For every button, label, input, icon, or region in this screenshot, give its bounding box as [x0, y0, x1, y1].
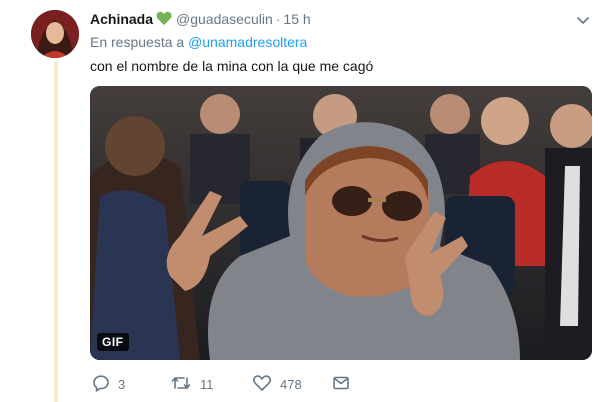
author-name[interactable]: Achinada: [90, 11, 153, 27]
reply-count: 3: [118, 376, 126, 392]
like-button[interactable]: 478: [252, 374, 302, 394]
retweet-icon: [170, 374, 200, 395]
retweet-button[interactable]: 11: [170, 374, 214, 394]
retweet-count: 11: [200, 376, 214, 392]
message-icon: [332, 374, 358, 395]
reply-mention-link[interactable]: @unamadresoltera: [188, 34, 307, 50]
avatar[interactable]: [31, 10, 79, 58]
reply-icon: [92, 374, 118, 395]
timestamp[interactable]: 15 h: [283, 11, 310, 27]
tweet-header: Achinada @guadaseculin · 15 h: [90, 10, 311, 30]
like-count: 478: [280, 376, 302, 392]
gif-media[interactable]: [90, 86, 592, 360]
reply-button[interactable]: 3: [92, 374, 125, 394]
gif-badge: GIF: [97, 333, 129, 351]
thread-line: [54, 62, 58, 402]
heart-emoji-icon: [156, 11, 172, 30]
reply-prefix: En respuesta a: [90, 34, 185, 50]
reply-context: En respuesta a @unamadresoltera: [90, 34, 307, 50]
author-handle[interactable]: @guadaseculin: [176, 11, 273, 27]
chevron-down-icon[interactable]: [575, 12, 591, 28]
direct-message-button[interactable]: [332, 374, 358, 394]
like-icon: [252, 374, 280, 395]
separator-dot: ·: [275, 11, 281, 27]
tweet-text: con el nombre de la mina con la que me c…: [90, 58, 374, 74]
